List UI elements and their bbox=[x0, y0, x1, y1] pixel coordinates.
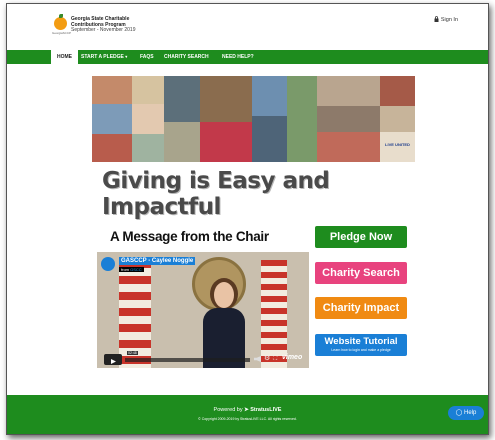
uploader-name[interactable]: GSCC bbox=[130, 267, 142, 272]
video-player[interactable]: GASCCP - Caylee Noggle from GSCC 02:48 ⚙… bbox=[97, 252, 309, 368]
collage-photo bbox=[252, 116, 287, 162]
powered-by: Powered by ➤ StratusLIVE bbox=[7, 407, 488, 413]
nav-start-pledge[interactable]: START A PLEDGE ▾ bbox=[81, 50, 127, 64]
chat-icon: ◯ bbox=[455, 410, 463, 416]
footer: Powered by ➤ StratusLIVE © Copyright 200… bbox=[7, 395, 488, 434]
video-title[interactable]: GASCCP - Caylee Noggle bbox=[119, 257, 196, 265]
sign-in-link[interactable]: Sign In bbox=[434, 16, 458, 23]
campaign-dates: September - November 2019 bbox=[71, 27, 136, 33]
vimeo-logo[interactable]: vimeo bbox=[282, 354, 302, 361]
lock-icon bbox=[434, 16, 439, 22]
powered-by-label: Powered by bbox=[213, 407, 243, 413]
hero-collage: LIVE UNITED bbox=[92, 76, 415, 162]
uploader-from: from bbox=[121, 267, 129, 272]
help-button[interactable]: ◯ Help bbox=[448, 406, 484, 420]
speaker bbox=[203, 278, 245, 368]
collage-photo bbox=[92, 76, 132, 104]
collage-photo: LIVE UNITED bbox=[380, 132, 415, 162]
collage-photo bbox=[252, 76, 287, 116]
nav-need-help[interactable]: NEED HELP? bbox=[222, 50, 254, 64]
collage-photo bbox=[164, 76, 200, 122]
volume-icon[interactable] bbox=[254, 356, 261, 362]
nav-charity-search[interactable]: CHARITY SEARCH bbox=[164, 50, 209, 64]
main-nav: HOME START A PLEDGE ▾ FAQS CHARITY SEARC… bbox=[7, 50, 488, 64]
collage-photo bbox=[287, 76, 317, 162]
collage-photo bbox=[200, 76, 252, 122]
pledge-now-button[interactable]: Pledge Now bbox=[315, 226, 407, 248]
stratuslive-brand[interactable]: StratusLIVE bbox=[250, 407, 281, 413]
video-timestamp: 02:48 bbox=[127, 351, 138, 355]
collage-photo bbox=[132, 134, 164, 162]
collage-photo bbox=[380, 106, 415, 132]
chevron-down-icon: ▾ bbox=[125, 54, 128, 59]
copyright: © Copyright 2009-2019 by StratusLIVE LLC… bbox=[198, 417, 297, 421]
browser-window: GeorgiaSCCP Georgia State Charitable Con… bbox=[6, 3, 489, 435]
collage-photo bbox=[200, 122, 252, 162]
header: GeorgiaSCCP Georgia State Charitable Con… bbox=[7, 4, 488, 46]
settings-icon[interactable]: ⚙ bbox=[264, 355, 270, 363]
website-tutorial-label: Website Tutorial bbox=[324, 336, 398, 347]
help-label: Help bbox=[464, 410, 477, 416]
channel-avatar bbox=[101, 257, 115, 271]
stratuslive-logo-icon: ➤ bbox=[244, 407, 249, 413]
chair-message-title: A Message from the Chair bbox=[110, 229, 269, 244]
charity-search-button[interactable]: Charity Search bbox=[315, 262, 407, 284]
sign-in-label: Sign In bbox=[440, 17, 458, 23]
org-name: Georgia State Charitable Contributions P… bbox=[71, 16, 136, 34]
collage-photo bbox=[92, 104, 132, 134]
collage-photo bbox=[164, 122, 200, 162]
nav-start-pledge-label: START A PLEDGE bbox=[81, 54, 124, 60]
peach-logo-icon[interactable] bbox=[54, 14, 67, 30]
video-uploader: from GSCC bbox=[119, 267, 144, 272]
video-progress-bar[interactable] bbox=[125, 358, 250, 362]
pledge-now-label: Pledge Now bbox=[329, 231, 393, 243]
play-icon bbox=[111, 359, 116, 364]
nav-faqs[interactable]: FAQS bbox=[140, 50, 154, 64]
charity-search-label: Charity Search bbox=[322, 267, 400, 279]
collage-photo bbox=[317, 106, 380, 132]
collage-photo bbox=[317, 132, 380, 162]
nav-home[interactable]: HOME bbox=[51, 50, 78, 64]
play-button[interactable] bbox=[104, 354, 122, 365]
collage-photo bbox=[132, 76, 164, 104]
collage-photo bbox=[317, 76, 380, 106]
fullscreen-icon[interactable]: ⛶ bbox=[273, 355, 277, 363]
charity-impact-label: Charity Impact bbox=[322, 302, 400, 314]
logo-caption: GeorgiaSCCP bbox=[52, 31, 72, 35]
live-united-sign: LIVE UNITED bbox=[385, 142, 410, 147]
charity-impact-button[interactable]: Charity Impact bbox=[315, 297, 407, 319]
flag-right bbox=[261, 260, 287, 368]
collage-photo bbox=[92, 134, 132, 162]
collage-photo bbox=[132, 104, 164, 134]
hero-tagline: Giving is Easy and Impactful bbox=[102, 168, 330, 220]
website-tutorial-button[interactable]: Website Tutorial Learn how to login and … bbox=[315, 334, 407, 356]
collage-photo bbox=[380, 76, 415, 106]
website-tutorial-sublabel: Learn how to login and make a pledge bbox=[331, 348, 391, 352]
